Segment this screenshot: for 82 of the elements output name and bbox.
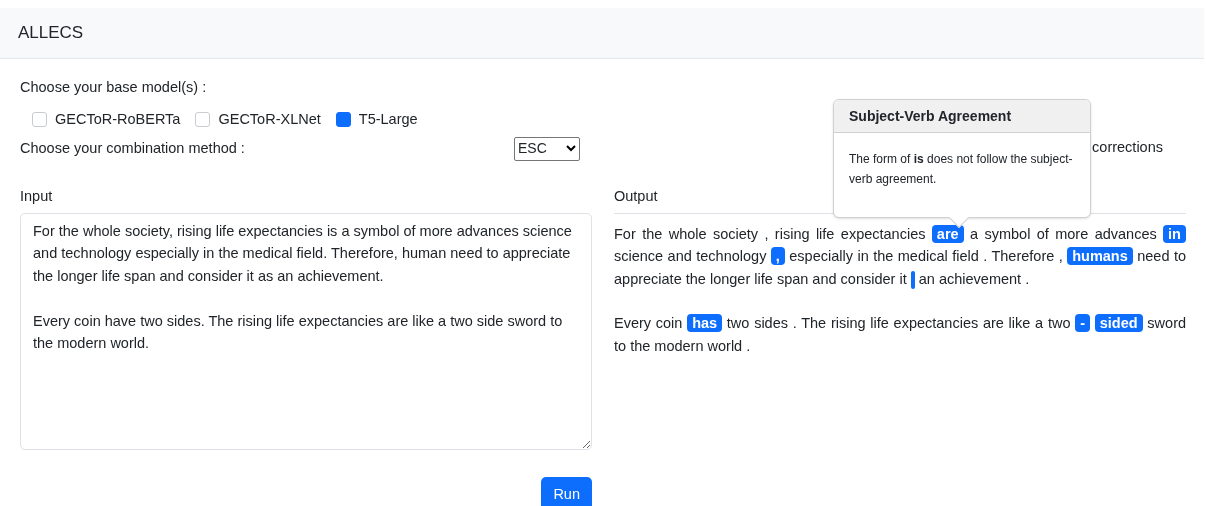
output-word: sword: [1147, 315, 1187, 332]
checkbox[interactable]: [32, 112, 47, 128]
output-word: rising: [774, 225, 810, 242]
deletion-marker[interactable]: [910, 270, 915, 289]
output-label: Output: [614, 186, 658, 206]
output-word: span: [776, 270, 809, 287]
output-word: ,: [764, 225, 769, 242]
output-word: consider: [840, 270, 896, 287]
output-word: .: [1025, 270, 1030, 287]
output-word: symbol: [984, 225, 1031, 242]
combination-label: Choose your combination method :: [20, 138, 245, 158]
output-word: rising: [830, 315, 866, 332]
output-word: an: [918, 270, 935, 287]
run-button[interactable]: Run: [541, 476, 592, 506]
output-word: coin: [655, 315, 683, 332]
output-word: achievement: [938, 270, 1022, 287]
correction-tag[interactable]: has: [687, 314, 723, 333]
checkbox-label[interactable]: T5-Large: [358, 109, 418, 131]
output-word: life: [815, 225, 835, 242]
checkbox-label[interactable]: GECToR-XLNet: [218, 109, 321, 131]
corrections-label: corrections: [1092, 137, 1163, 157]
output-word: in: [857, 248, 869, 265]
app-title[interactable]: ALLECS: [18, 20, 84, 46]
checkbox-label[interactable]: GECToR-RoBERTa: [55, 109, 181, 131]
output-word: science: [614, 248, 664, 265]
output-word: Every: [614, 315, 652, 332]
correction-tag[interactable]: -: [1075, 314, 1091, 333]
output-word: world: [707, 337, 743, 354]
output-word: a: [970, 225, 979, 242]
popover-title: Subject-Verb Agreement: [834, 100, 1090, 133]
output-word: .: [746, 337, 751, 354]
output-word: society: [712, 225, 759, 242]
output-word: need: [1137, 248, 1170, 265]
output-word: more: [1055, 225, 1089, 242]
output-word: whole: [668, 225, 707, 242]
output-word: The: [801, 315, 827, 332]
output-word: expectancies: [893, 315, 979, 332]
output-word: life: [754, 270, 773, 287]
output-word: a: [1035, 315, 1044, 332]
output-word: expectancies: [840, 225, 926, 242]
output-word: the: [642, 225, 663, 242]
correction-tag[interactable]: humans: [1067, 247, 1133, 266]
output-word: .: [983, 248, 988, 265]
output-word: it: [899, 270, 907, 287]
output-word: For: [614, 225, 636, 242]
correction-tag[interactable]: sided: [1094, 314, 1143, 333]
output-word: the: [685, 270, 706, 287]
output-word: ,: [1058, 248, 1063, 265]
output-word: two: [1047, 315, 1071, 332]
output-word: and: [812, 270, 837, 287]
output-word: and: [667, 248, 692, 265]
output-word: like: [1008, 315, 1031, 332]
output-word: the: [873, 248, 894, 265]
checkbox[interactable]: [335, 112, 351, 128]
correction-tag[interactable]: ,: [770, 247, 785, 266]
output-word: longer: [709, 270, 751, 287]
correction-tag[interactable]: are: [931, 224, 964, 243]
checkbox[interactable]: [195, 112, 211, 128]
input-label: Input: [20, 186, 53, 206]
output-word: sides: [754, 315, 788, 332]
output-word: modern: [654, 337, 704, 354]
output-word: life: [870, 315, 889, 332]
output-word: two: [726, 315, 750, 332]
output-word: Therefore: [991, 248, 1055, 265]
output-word: advances: [1094, 225, 1157, 242]
output-word: medical: [897, 248, 948, 265]
popover-text: The form of is does not follow the subject-verb agreement.: [848, 151, 1074, 188]
output-word: to: [614, 337, 627, 354]
output-word: are: [982, 315, 1004, 332]
models-label: Choose your base model(s) :: [20, 78, 207, 97]
output-word: of: [1036, 225, 1049, 242]
output-word: especially: [789, 248, 853, 265]
output-word: the: [630, 337, 651, 354]
input-field[interactable]: For the whole society, rising life expectancies is a symbol of more advances science and technology especially in the medical field. Therefore, human need to appreciate the longer life span and consider it as an achievement. Every coin have two sides. The rising life expectancies are like a two side sword to the modern world.: [20, 212, 592, 450]
output-word: to: [1173, 248, 1186, 265]
output-word: appreciate: [614, 270, 682, 287]
chevron-icon: [566, 145, 576, 153]
correction-tag[interactable]: in: [1163, 224, 1186, 243]
method-select[interactable]: ESC: [514, 136, 580, 161]
output-word: field: [952, 248, 979, 265]
output-word: .: [792, 315, 797, 332]
output-word: technology: [696, 248, 767, 265]
